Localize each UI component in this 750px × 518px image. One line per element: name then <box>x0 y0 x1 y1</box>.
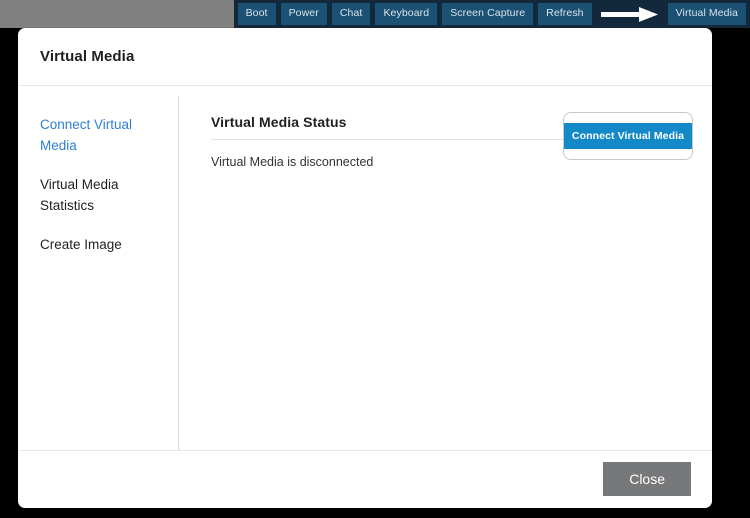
dialog-title: Virtual Media <box>40 48 135 65</box>
toolbar-screen-capture-button[interactable]: Screen Capture <box>442 3 534 25</box>
toolbar-button-strip: Boot Power Chat Keyboard Screen Capture … <box>233 0 750 28</box>
connect-virtual-media-button[interactable]: Connect Virtual Media <box>563 123 693 149</box>
sidebar-item-create-image[interactable]: Create Image <box>40 234 150 255</box>
dialog-side-nav: Connect Virtual Media Virtual Media Stat… <box>18 96 179 450</box>
dialog-main-panel: Virtual Media Status Virtual Media is di… <box>179 96 712 450</box>
dialog-body: Connect Virtual Media Virtual Media Stat… <box>18 86 712 450</box>
close-button[interactable]: Close <box>603 462 691 496</box>
toolbar-boot-button[interactable]: Boot <box>237 3 276 25</box>
sidebar-item-virtual-media-statistics[interactable]: Virtual Media Statistics <box>40 174 150 216</box>
dialog-footer: Close <box>18 450 712 507</box>
connect-button-highlight: Connect Virtual Media <box>563 112 693 160</box>
toolbar-refresh-button[interactable]: Refresh <box>538 3 592 25</box>
virtual-media-dialog: Virtual Media Connect Virtual Media Virt… <box>18 28 712 508</box>
dialog-header: Virtual Media <box>18 28 712 86</box>
toolbar-power-button[interactable]: Power <box>280 3 327 25</box>
screen: Boot Power Chat Keyboard Screen Capture … <box>0 0 750 518</box>
toolbar-chat-button[interactable]: Chat <box>331 3 371 25</box>
top-toolbar: Boot Power Chat Keyboard Screen Capture … <box>0 0 750 28</box>
right-arrow-icon <box>596 0 663 28</box>
toolbar-virtual-media-button[interactable]: Virtual Media <box>667 3 746 25</box>
toolbar-keyboard-button[interactable]: Keyboard <box>375 3 438 25</box>
sidebar-item-connect-virtual-media[interactable]: Connect Virtual Media <box>40 114 150 156</box>
